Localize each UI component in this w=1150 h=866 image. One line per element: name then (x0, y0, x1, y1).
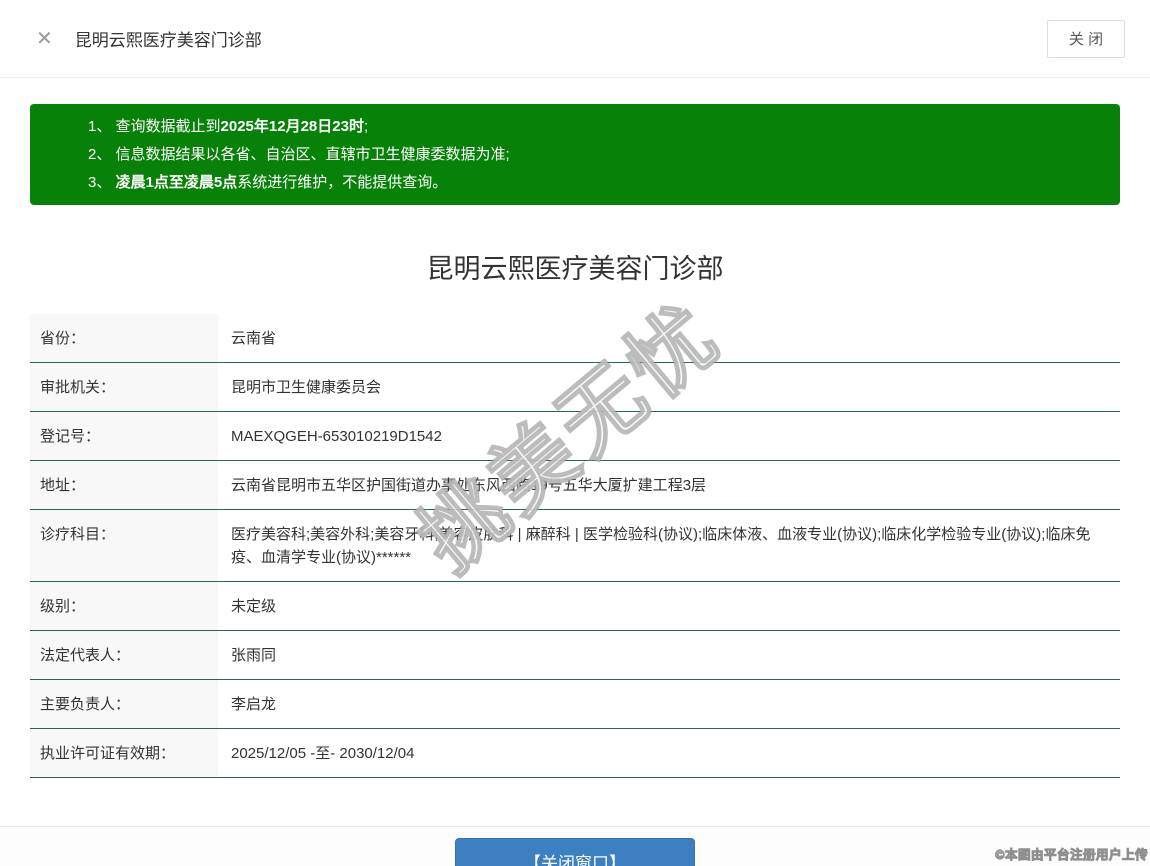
row-value-address: 云南省昆明市五华区护国街道办事处东风西路19号五华大厦扩建工程3层 (218, 460, 1120, 510)
footer: 【关闭窗口】 ©本图由平台注册用户上传 (0, 826, 1150, 866)
page: ✕ 昆明云熙医疗美容门诊部 关 闭 1、 查询数据截止到2025年12月28日2… (0, 0, 1150, 866)
notice-line-1: 1、 查询数据截止到2025年12月28日23时; (88, 113, 1100, 141)
institution-title: 昆明云熙医疗美容门诊部 (426, 254, 724, 284)
notice-line-2-text: 2、 信息数据结果以各省、自治区、直辖市卫生健康委数据为准; (88, 146, 510, 163)
table-row: 地址： 云南省昆明市五华区护国街道办事处东风西路19号五华大厦扩建工程3层 (30, 460, 1120, 510)
row-value-medical-subjects: 医疗美容科;美容外科;美容牙科;美容皮肤科 | 麻醉科 | 医学检验科(协议);… (218, 509, 1120, 582)
table-row: 省份： 云南省 (30, 314, 1120, 363)
info-table: 省份： 云南省 审批机关： 昆明市卫生健康委员会 登记号： MAEXQGEH-6… (30, 314, 1120, 778)
row-label-medical-subjects: 诊疗科目： (30, 509, 218, 582)
close-x-icon[interactable]: ✕ (36, 29, 53, 49)
notice-line-3-text: 3、 (88, 174, 116, 191)
notice-banner: 1、 查询数据截止到2025年12月28日23时; 2、 信息数据结果以各省、自… (30, 104, 1120, 205)
row-label-license-validity: 执业许可证有效期： (30, 728, 218, 778)
page-title: 昆明云熙医疗美容门诊部 (74, 31, 262, 50)
row-value-level: 未定级 (218, 581, 1120, 631)
row-value-legal-representative: 张雨同 (218, 630, 1120, 680)
table-row: 主要负责人： 李启龙 (30, 679, 1120, 729)
row-label-province: 省份： (30, 314, 218, 363)
upload-copyright-watermark: ©本图由平台注册用户上传 (995, 848, 1148, 863)
table-row: 审批机关： 昆明市卫生健康委员会 (30, 362, 1120, 412)
row-label-legal-representative: 法定代表人： (30, 630, 218, 680)
notice-line-1-bold: 2025年12月28日23时 (220, 118, 364, 135)
table-row: 法定代表人： 张雨同 (30, 630, 1120, 680)
table-row: 登记号： MAEXQGEH-653010219D1542 (30, 411, 1120, 461)
notice-line-1-text: 1、 查询数据截止到 (88, 118, 221, 135)
notice-line-3: 3、 凌晨1点至凌晨5点系统进行维护，不能提供查询。 (88, 169, 1100, 197)
notice-line-2: 2、 信息数据结果以各省、自治区、直辖市卫生健康委数据为准; (88, 141, 1100, 169)
table-row: 诊疗科目： 医疗美容科;美容外科;美容牙科;美容皮肤科 | 麻醉科 | 医学检验… (30, 509, 1120, 582)
table-row: 级别： 未定级 (30, 581, 1120, 631)
notice-line-1-tail: ; (363, 118, 369, 135)
row-label-level: 级别： (30, 581, 218, 631)
close-button[interactable]: 关 闭 (1047, 19, 1125, 58)
row-value-registration-number: MAEXQGEH-653010219D1542 (218, 411, 1120, 461)
header: ✕ 昆明云熙医疗美容门诊部 关 闭 (0, 0, 1150, 78)
row-label-approval-authority: 审批机关： (30, 362, 218, 412)
row-label-principal: 主要负责人： (30, 679, 218, 729)
notice-line-3-bold: 凌晨1点至凌晨5点 (115, 174, 238, 191)
row-value-license-validity: 2025/12/05 -至- 2030/12/04 (218, 728, 1120, 778)
row-label-address: 地址： (30, 460, 218, 510)
notice-line-3-tail: 系统进行维护，不能提供查询。 (237, 174, 448, 191)
row-value-province: 云南省 (218, 314, 1120, 363)
table-row: 执业许可证有效期： 2025/12/05 -至- 2030/12/04 (30, 728, 1120, 778)
row-value-approval-authority: 昆明市卫生健康委员会 (218, 362, 1120, 412)
row-value-principal: 李启龙 (218, 679, 1120, 729)
row-label-registration-number: 登记号： (30, 411, 218, 461)
close-window-button[interactable]: 【关闭窗口】 (455, 838, 695, 866)
